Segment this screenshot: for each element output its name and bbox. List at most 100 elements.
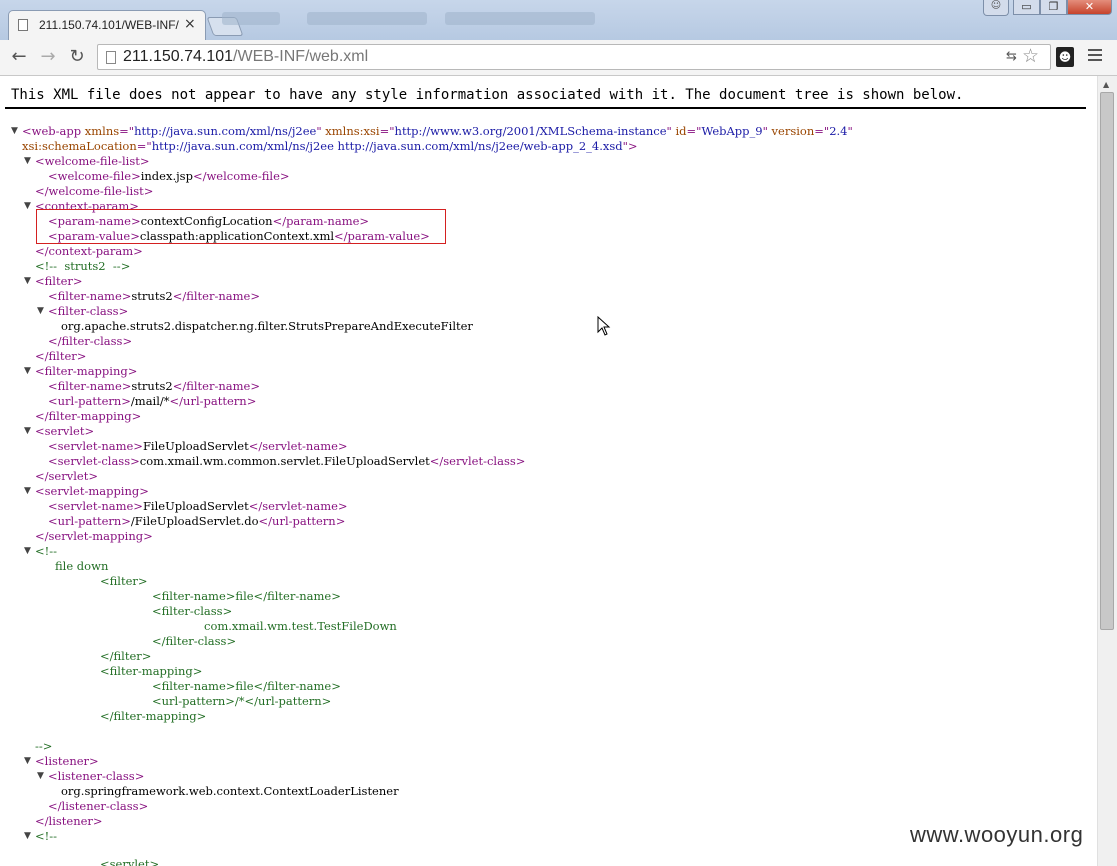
restore-button[interactable]: ❐ [1040,0,1067,15]
xml-line: </servlet> [35,469,98,484]
divider [5,107,1086,109]
xml-token: <servlet-name> [48,439,143,453]
translate-icon[interactable]: ⇆ [1006,49,1017,64]
xml-token: =" [814,124,830,138]
forward-button[interactable]: → [36,45,60,69]
xml-line: <servlet-name>FileUploadServlet</servlet… [48,499,348,514]
xml-token: xsi:schemaLocation [22,139,137,153]
xml-token: --> [35,739,53,753]
xml-token: struts2 [131,289,173,303]
highlight-annotation [36,209,446,244]
xml-token: <url-pattern> [48,514,131,528]
xml-line: org.springframework.web.context.ContextL… [61,784,399,799]
xml-line: <filter-name>struts2</filter-name> [48,289,260,304]
collapse-toggle-icon[interactable]: ▼ [24,199,31,214]
address-bar[interactable]: 211.150.74.101/WEB-INF/web.xml ⇆ ☆ [97,44,1051,70]
tab-close-icon[interactable]: × [184,16,196,32]
xml-line: </context-param> [35,244,143,259]
xml-line: --> [35,739,52,754]
xml-token: =" [119,124,135,138]
xml-token: http://java.sun.com/xml/ns/j2ee http://j… [151,139,623,153]
xml-line: <listener-class> [48,769,144,784]
xml-token: </servlet-name> [248,439,348,453]
xml-token: <url-pattern>/*</url-pattern> [152,694,332,708]
collapse-toggle-icon[interactable]: ▼ [37,769,44,784]
collapse-toggle-icon[interactable]: ▼ [24,754,31,769]
collapse-toggle-icon[interactable]: ▼ [24,484,31,499]
vertical-scrollbar[interactable]: ▲ [1097,76,1117,866]
minimize-button[interactable]: ▭ [1013,0,1040,15]
collapse-toggle-icon[interactable]: ▼ [24,544,31,559]
xml-token: </filter-mapping> [100,709,207,723]
xml-token: </filter-name> [172,289,260,303]
scroll-up-arrow-icon[interactable]: ▲ [1103,80,1109,89]
xml-token: <servlet> [100,857,160,866]
xml-line: </welcome-file-list> [35,184,153,199]
xml-line: <filter-name>file</filter-name> [152,589,341,604]
url-text[interactable]: 211.150.74.101/WEB-INF/web.xml [123,48,368,66]
collapse-toggle-icon[interactable]: ▼ [11,124,18,139]
xml-token: </welcome-file> [192,169,290,183]
scrollbar-thumb[interactable] [1100,92,1114,630]
extension-mask-icon[interactable]: ☻ [1056,47,1074,67]
xml-token: </filter-mapping> [35,409,142,423]
xml-token: <!-- [35,829,58,843]
xml-line: </filter-mapping> [35,409,141,424]
browser-tab[interactable]: 211.150.74.101/WEB-INF/w × [8,10,206,41]
xml-token: </filter-class> [48,334,133,348]
xml-token: </servlet> [35,469,98,483]
xml-token: "> [622,139,638,153]
collapse-toggle-icon[interactable]: ▼ [37,304,44,319]
collapse-toggle-icon[interactable]: ▼ [24,424,31,439]
xml-token: </url-pattern> [169,394,257,408]
xml-token: " [316,124,326,138]
document-icon [106,51,116,64]
xml-line: <filter-class> [152,604,232,619]
xml-line: </filter> [100,649,151,664]
xml-token: </filter-class> [152,634,237,648]
xml-line: </filter> [35,349,86,364]
close-button[interactable]: ✕ [1067,0,1112,15]
xml-token: org.apache.struts2.dispatcher.ng.filter.… [61,319,473,333]
xml-token: <welcome-file> [48,169,141,183]
xml-token: id [675,124,687,138]
xml-line: <!-- struts2 --> [35,259,130,274]
back-button[interactable]: ← [7,45,31,69]
collapse-toggle-icon[interactable]: ▼ [24,364,31,379]
blurred-window-title [445,12,595,25]
menu-icon[interactable] [1088,49,1102,64]
xml-token: http://www.w3.org/2001/XMLSchema-instanc… [394,124,667,138]
xml-line: <welcome-file>index.jsp</welcome-file> [48,169,290,184]
xml-line: <url-pattern>/*</url-pattern> [152,694,331,709]
xml-token: <servlet> [35,424,95,438]
bookmark-star-icon[interactable]: ☆ [1022,45,1039,67]
xml-line: <url-pattern>/FileUploadServlet.do</url-… [48,514,345,529]
xml-token: struts2 [131,379,173,393]
xml-token: <filter-name>file</filter-name> [152,589,341,603]
collapse-toggle-icon[interactable]: ▼ [24,154,31,169]
xml-token: </url-pattern> [258,514,346,528]
collapse-toggle-icon[interactable]: ▼ [24,829,31,844]
collapse-toggle-icon[interactable]: ▼ [24,274,31,289]
xml-token: <servlet-name> [48,499,143,513]
xml-token: xmlns:xsi [325,124,380,138]
xml-token: </servlet-mapping> [35,529,153,543]
xml-token: </servlet-name> [248,499,348,513]
xml-token: FileUploadServlet [142,439,249,453]
xml-line: <!-- [35,829,57,844]
xml-line: </filter-mapping> [100,709,206,724]
xml-line: <servlet> [35,424,94,439]
xml-token: <listener> [35,754,99,768]
xml-line: <servlet-class>com.xmail.wm.common.servl… [48,454,525,469]
url-host: 211.150.74.101 [123,48,234,65]
xml-token: 2.4 [829,124,848,138]
xml-token: <filter> [35,274,83,288]
person-icon[interactable]: ☺ [983,0,1009,16]
xml-token: FileUploadServlet [142,499,249,513]
blurred-window-title [222,12,280,25]
xml-token: </context-param> [35,244,143,258]
xml-line: <url-pattern>/mail/*</url-pattern> [48,394,256,409]
xml-token: version [771,124,815,138]
xml-token: xmlns [84,124,120,138]
reload-button[interactable]: ↻ [65,45,89,69]
